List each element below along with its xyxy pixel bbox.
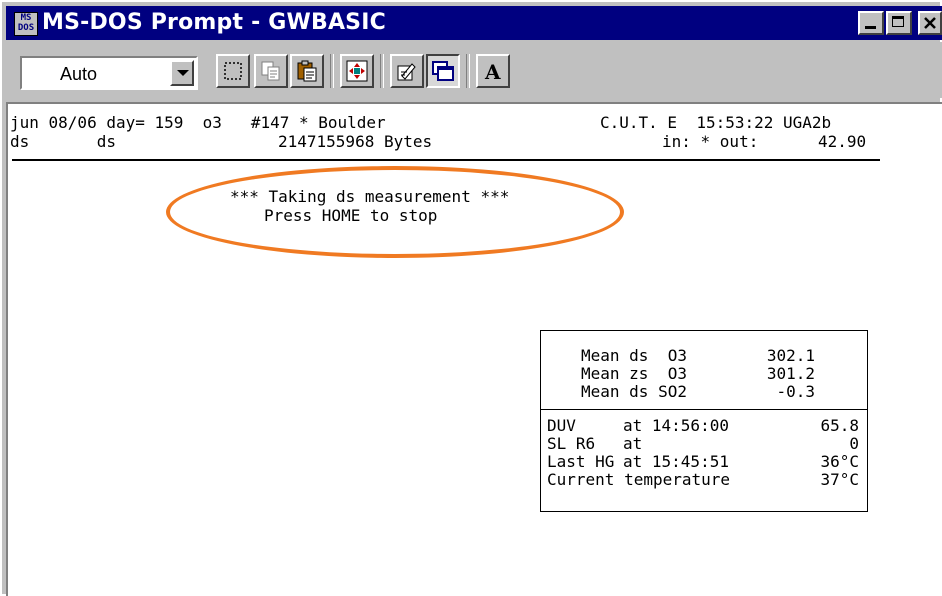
reading-value: 36°C (820, 452, 859, 471)
mark-button[interactable] (216, 54, 250, 88)
reading-label: DUV (547, 416, 576, 435)
status-bytes: 2147155968 Bytes (278, 132, 433, 151)
paste-button[interactable] (290, 54, 324, 88)
msdos-app-icon[interactable]: MS DOS (14, 12, 38, 36)
chevron-down-icon[interactable] (170, 60, 194, 86)
background-button[interactable] (426, 54, 460, 88)
reading-time: at 14:56:00 (623, 416, 729, 435)
msdos-window: MS DOS MS-DOS Prompt - GWBASIC Auto A ju… (0, 0, 942, 596)
fullscreen-button[interactable] (340, 54, 374, 88)
toolbar-separator (380, 54, 384, 88)
copy-button[interactable] (254, 54, 288, 88)
close-icon (924, 17, 936, 29)
copy-icon (261, 61, 280, 81)
mean-value: 301.2 (766, 364, 815, 383)
close-button[interactable] (918, 11, 942, 35)
properties-button[interactable] (390, 54, 424, 88)
maximize-button[interactable] (886, 11, 912, 35)
reading-time: at 15:45:51 (623, 452, 729, 471)
status-line-1-right: C.U.T. E 15:53:22 UGA2b (600, 113, 832, 132)
mark-icon (224, 62, 242, 80)
mean-label: Mean ds O3 (581, 346, 687, 365)
reading-value: 0 (849, 434, 859, 453)
title-bar[interactable]: MS DOS MS-DOS Prompt - GWBASIC (6, 6, 942, 40)
background-icon (432, 61, 454, 81)
status-out-value: 42.90 (818, 132, 867, 151)
measurement-panel: Mean ds O3 302.1 Mean zs O3 301.2 Mean d… (540, 330, 868, 512)
reading-label: Current temperature (547, 470, 731, 489)
toolbar: Auto A (6, 42, 942, 98)
message-line-1: *** Taking ds measurement *** (230, 187, 510, 206)
font-icon: A (484, 60, 501, 82)
font-size-select[interactable]: Auto (20, 56, 198, 90)
reading-label: SL R6 (547, 434, 596, 453)
paste-icon (297, 60, 317, 82)
toolbar-separator (330, 54, 334, 88)
minimize-button[interactable] (858, 11, 884, 35)
svg-text:A: A (484, 60, 501, 82)
status-line-2-left: ds ds (10, 132, 116, 151)
font-button[interactable]: A (476, 54, 510, 88)
console-screen[interactable]: jun 08/06 day= 159 o3 #147 * Boulder C.U… (6, 102, 942, 596)
status-line-1-left: jun 08/06 day= 159 o3 #147 * Boulder (10, 113, 386, 132)
font-size-value: Auto (60, 64, 98, 84)
status-divider (12, 159, 880, 161)
properties-icon (397, 63, 416, 81)
mean-value: -0.3 (776, 382, 815, 401)
reading-value: 65.8 (820, 416, 859, 435)
icon-label-top: MS (20, 13, 32, 23)
panel-divider (541, 409, 867, 410)
mean-label: Mean ds SO2 (581, 382, 687, 401)
reading-label: Last HG (547, 452, 615, 471)
icon-label-bottom: DOS (17, 23, 35, 33)
status-line-2-right: in: * out: (662, 132, 759, 151)
mean-value: 302.1 (766, 346, 815, 365)
reading-time: at (623, 434, 643, 453)
reading-value: 37°C (820, 470, 859, 489)
window-title: MS-DOS Prompt - GWBASIC (42, 10, 386, 35)
mean-label: Mean zs O3 (581, 364, 687, 383)
toolbar-separator (466, 54, 470, 88)
message-line-2: Press HOME to stop (264, 206, 438, 225)
fullscreen-icon (346, 60, 368, 82)
